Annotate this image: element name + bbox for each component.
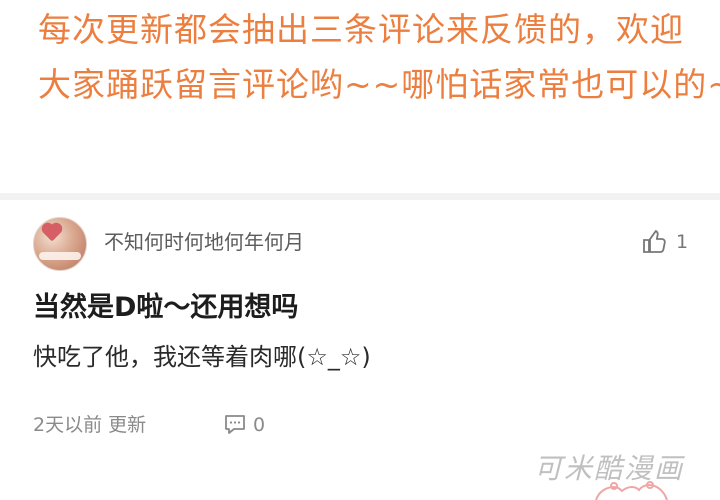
avatar-caption-graphic — [39, 252, 81, 260]
reply-count: 0 — [253, 414, 266, 436]
notice-line-2: 大家踊跃留言评论哟~~哪怕话家常也可以的~ — [38, 65, 720, 104]
comment-meta: 2天以前 更新 — [33, 413, 146, 437]
comment-icon — [222, 412, 248, 438]
decorative-ornament — [593, 478, 673, 500]
section-divider — [0, 193, 720, 200]
like-count: 1 — [676, 231, 689, 253]
avatar-heart-graphic — [43, 224, 61, 242]
avatar[interactable] — [33, 217, 87, 271]
thumbs-up-icon — [640, 227, 670, 257]
comment-page: 每次更新都会抽出三条评论来反馈的，欢迎 大家踊跃留言评论哟~~哪怕话家常也可以的… — [0, 0, 720, 500]
comment-headline: 当然是D啦～还用想吗 — [33, 292, 299, 323]
comment-status: 更新 — [108, 414, 147, 436]
reply-button[interactable]: 0 — [222, 412, 265, 438]
comment-time: 2天以前 — [33, 414, 103, 436]
feedback-notice: 每次更新都会抽出三条评论来反馈的，欢迎 大家踊跃留言评论哟~~哪怕话家常也可以的… — [38, 2, 720, 112]
like-button[interactable]: 1 — [640, 227, 698, 257]
comment-body: 快吃了他，我还等着肉哪(☆_☆) — [33, 343, 371, 371]
notice-line-1: 每次更新都会抽出三条评论来反馈的，欢迎 — [38, 10, 684, 49]
comment-username[interactable]: 不知何时何地何年何月 — [104, 230, 304, 254]
